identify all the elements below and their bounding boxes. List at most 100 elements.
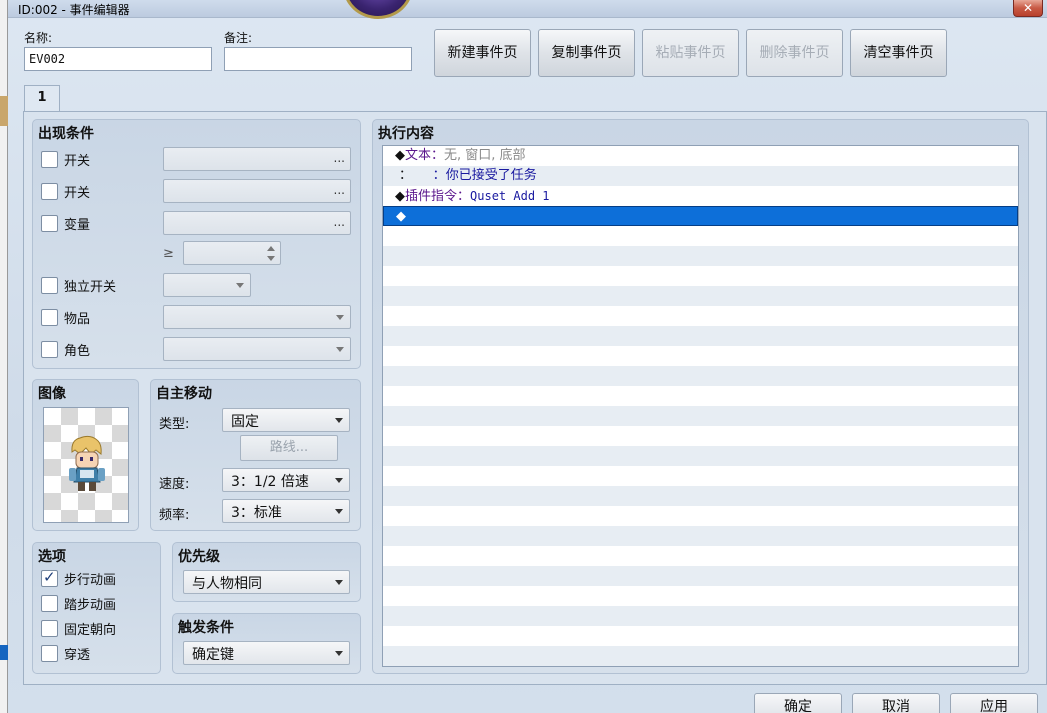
paste-page-button[interactable]: 粘贴事件页 bbox=[642, 29, 739, 77]
list-item bbox=[383, 306, 1018, 326]
stepping-anim-label: 踏步动画 bbox=[64, 597, 117, 613]
spinner-down-icon[interactable] bbox=[267, 256, 275, 261]
list-item bbox=[383, 606, 1018, 626]
direction-fix-row[interactable]: 固定朝向 bbox=[41, 619, 116, 638]
item-label: 物品 bbox=[64, 311, 91, 327]
chevron-down-icon bbox=[236, 283, 244, 288]
row-diamond-icon: ◆ bbox=[395, 148, 405, 163]
frequency-dropdown[interactable]: 3：标准 bbox=[222, 499, 350, 523]
list-item bbox=[383, 506, 1018, 526]
switch1-field[interactable]: ... bbox=[163, 147, 351, 171]
actor-label: 角色 bbox=[64, 343, 91, 359]
list-item-selected[interactable]: ◆ bbox=[383, 206, 1018, 226]
variable-label: 变量 bbox=[64, 217, 91, 233]
chevron-down-icon bbox=[335, 478, 343, 483]
speed-value: 3：1/2 倍速 bbox=[231, 474, 309, 490]
conditions-title: 出现条件 bbox=[38, 126, 94, 142]
continuation-prefix: ： bbox=[399, 168, 413, 183]
trigger-dropdown[interactable]: 确定键 bbox=[183, 641, 350, 665]
list-item[interactable]: ◆文本：无, 窗口, 底部 bbox=[383, 146, 1018, 166]
stepping-anim-row[interactable]: 踏步动画 bbox=[41, 594, 117, 613]
new-page-button[interactable]: 新建事件页 bbox=[434, 29, 531, 77]
clear-page-button[interactable]: 清空事件页 bbox=[850, 29, 947, 77]
self-switch-dropdown[interactable] bbox=[163, 273, 251, 297]
options-group: 选项 步行动画 踏步动画 固定朝向 穿透 bbox=[32, 542, 161, 674]
switch2-field[interactable]: ... bbox=[163, 179, 351, 203]
list-item bbox=[383, 546, 1018, 566]
note-input[interactable] bbox=[224, 47, 412, 71]
close-button[interactable]: ✕ bbox=[1013, 0, 1043, 17]
cancel-button[interactable]: 取消 bbox=[852, 693, 940, 713]
stepping-anim-checkbox[interactable] bbox=[41, 594, 58, 612]
actor-dropdown[interactable] bbox=[163, 337, 351, 361]
variable-field[interactable]: ... bbox=[163, 211, 351, 235]
message-text: 你已接受了任务 bbox=[445, 168, 537, 183]
title-bar: ID:002 - 事件编辑器 ✕ bbox=[8, 0, 1047, 19]
command-name: 插件指令 bbox=[405, 189, 458, 204]
background-desktop-edge bbox=[0, 0, 8, 713]
route-button[interactable]: 路线... bbox=[240, 435, 338, 461]
chevron-down-icon bbox=[335, 580, 343, 585]
switch1-checkbox-row[interactable]: 开关 bbox=[41, 150, 90, 169]
compare-symbol: ≥ bbox=[163, 246, 174, 261]
type-value: 固定 bbox=[231, 414, 259, 430]
character-sprite-icon bbox=[69, 435, 105, 491]
chevron-down-icon bbox=[335, 509, 343, 514]
item-dropdown[interactable] bbox=[163, 305, 351, 329]
list-item bbox=[383, 386, 1018, 406]
variable-checkbox[interactable] bbox=[41, 214, 58, 232]
list-item bbox=[383, 586, 1018, 606]
item-checkbox[interactable] bbox=[41, 308, 58, 326]
self-switch-checkbox-row[interactable]: 独立开关 bbox=[41, 276, 116, 295]
list-item bbox=[383, 646, 1018, 666]
chevron-down-icon bbox=[336, 315, 344, 320]
command-sep: ： bbox=[457, 189, 471, 204]
item-checkbox-row[interactable]: 物品 bbox=[41, 308, 91, 327]
delete-page-button[interactable]: 删除事件页 bbox=[746, 29, 843, 77]
walking-anim-checkbox[interactable] bbox=[41, 568, 58, 587]
spinner-up-icon[interactable] bbox=[267, 246, 275, 251]
type-dropdown[interactable]: 固定 bbox=[222, 408, 350, 432]
list-item bbox=[383, 226, 1018, 246]
switch2-checkbox[interactable] bbox=[41, 182, 58, 200]
character-image-preview[interactable] bbox=[43, 407, 129, 523]
variable-value-spinner[interactable] bbox=[183, 241, 281, 265]
actor-checkbox[interactable] bbox=[41, 340, 58, 358]
walking-anim-row[interactable]: 步行动画 bbox=[41, 568, 117, 588]
list-item[interactable]: ： ：你已接受了任务 bbox=[383, 166, 1018, 186]
command-sep: ： bbox=[431, 148, 445, 163]
list-item bbox=[383, 566, 1018, 586]
contents-group: 执行内容 ◆文本：无, 窗口, 底部 ： ：你已接受了任务 ◆插件指令：Quse… bbox=[372, 119, 1029, 674]
speed-label: 速度: bbox=[159, 477, 190, 492]
list-item bbox=[383, 346, 1018, 366]
apply-button[interactable]: 应用 bbox=[950, 693, 1038, 713]
name-label: 名称: bbox=[24, 31, 53, 45]
contents-list[interactable]: ◆文本：无, 窗口, 底部 ： ：你已接受了任务 ◆插件指令：Quset Add… bbox=[382, 145, 1019, 667]
continuation-sep: ： bbox=[412, 168, 446, 183]
trigger-value: 确定键 bbox=[192, 647, 234, 663]
priority-dropdown[interactable]: 与人物相同 bbox=[183, 570, 350, 594]
name-input[interactable]: EV002 bbox=[24, 47, 212, 71]
event-page-panel: 出现条件 开关 ... 开关 ... 变量 ... ≥ 独立开关 物品 角色 图… bbox=[23, 111, 1047, 685]
switch1-ellipsis: ... bbox=[333, 151, 345, 165]
row-diamond-icon: ◆ bbox=[395, 189, 405, 204]
trigger-group: 触发条件 确定键 bbox=[172, 613, 361, 674]
speed-dropdown[interactable]: 3：1/2 倍速 bbox=[222, 468, 350, 492]
walking-anim-label: 步行动画 bbox=[64, 572, 117, 588]
event-editor-window: ID:002 - 事件编辑器 ✕ 名称: EV002 备注: 新建事件页 复制事… bbox=[8, 0, 1047, 713]
switch2-checkbox-row[interactable]: 开关 bbox=[41, 182, 90, 201]
actor-checkbox-row[interactable]: 角色 bbox=[41, 340, 91, 359]
self-switch-checkbox[interactable] bbox=[41, 276, 58, 294]
ok-button[interactable]: 确定 bbox=[754, 693, 842, 713]
variable-checkbox-row[interactable]: 变量 bbox=[41, 214, 91, 233]
switch1-checkbox[interactable] bbox=[41, 150, 58, 168]
copy-page-button[interactable]: 复制事件页 bbox=[538, 29, 635, 77]
through-checkbox[interactable] bbox=[41, 644, 58, 662]
list-item[interactable]: ◆插件指令：Quset Add 1 bbox=[383, 186, 1018, 206]
priority-title: 优先级 bbox=[178, 549, 220, 565]
list-item bbox=[383, 286, 1018, 306]
through-row[interactable]: 穿透 bbox=[41, 644, 90, 663]
direction-fix-checkbox[interactable] bbox=[41, 619, 58, 637]
priority-group: 优先级 与人物相同 bbox=[172, 542, 361, 602]
tab-page-1[interactable]: 1 bbox=[24, 85, 60, 112]
